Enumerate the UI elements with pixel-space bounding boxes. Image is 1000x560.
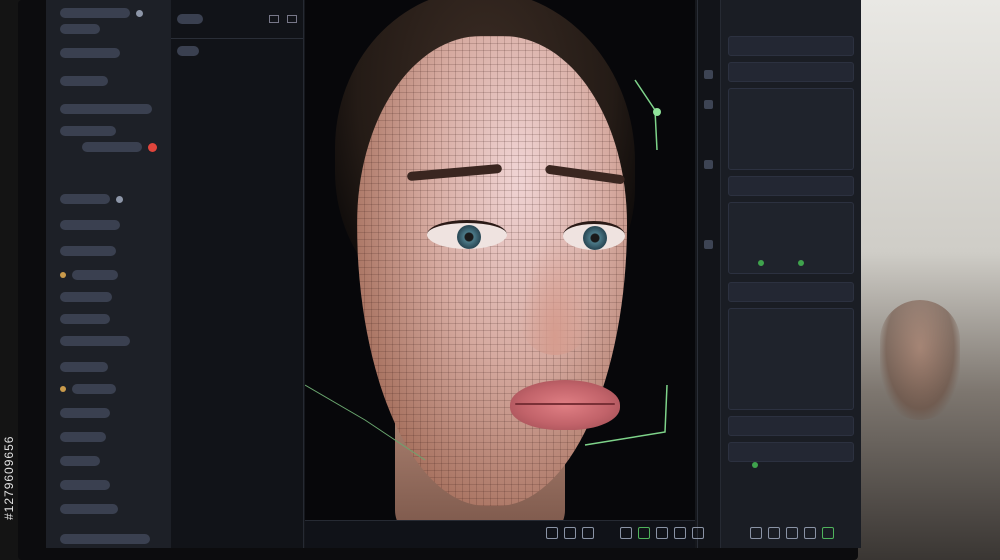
sidebar-item[interactable]: [60, 478, 110, 492]
enabled-indicator-icon: [752, 462, 758, 468]
sidebar-item[interactable]: [60, 22, 100, 36]
bottom-toolbar: [546, 522, 834, 544]
tab-icon[interactable]: [704, 100, 713, 109]
sidebar-item[interactable]: [60, 430, 106, 444]
blurred-person: [880, 300, 960, 420]
tracking-line: [584, 384, 668, 446]
sidebar-item[interactable]: [60, 382, 116, 396]
snap-icon[interactable]: [804, 527, 816, 539]
grid-icon[interactable]: [692, 527, 704, 539]
mesh-icon[interactable]: [564, 527, 576, 539]
tab-icon[interactable]: [704, 70, 713, 79]
amber-indicator-icon: [60, 272, 66, 278]
camera-icon[interactable]: [582, 527, 594, 539]
rotate-icon[interactable]: [786, 527, 798, 539]
sidebar-item[interactable]: [60, 192, 123, 206]
frame-icon[interactable]: [674, 527, 686, 539]
sidebar-item[interactable]: [60, 74, 108, 88]
background-office: [840, 0, 1000, 560]
outliner-sidebar: [46, 0, 172, 548]
property-row[interactable]: [728, 282, 854, 302]
sidebar-item[interactable]: [60, 360, 108, 374]
tracking-line: [305, 384, 426, 461]
sidebar-item[interactable]: [60, 46, 120, 60]
tool-column: [171, 0, 304, 548]
pan-icon[interactable]: [768, 527, 780, 539]
tool-list: [177, 43, 297, 61]
properties-tab-strip: [698, 0, 721, 548]
status-ok-icon: [822, 527, 834, 539]
property-row[interactable]: [728, 62, 854, 82]
sidebar-item[interactable]: [60, 124, 116, 138]
settings-icon[interactable]: [656, 527, 668, 539]
sidebar-item[interactable]: [60, 406, 110, 420]
play-icon[interactable]: [638, 527, 650, 539]
sidebar-item[interactable]: [60, 218, 120, 232]
enabled-indicator-icon: [798, 260, 804, 266]
sidebar-item[interactable]: [60, 334, 130, 348]
tracking-line: [634, 79, 658, 151]
sidebar-item[interactable]: [60, 102, 152, 116]
tracking-point: [653, 108, 661, 116]
layers-icon[interactable]: [546, 527, 558, 539]
sidebar-item[interactable]: [60, 454, 100, 468]
sidebar-item[interactable]: [60, 6, 143, 20]
properties-panel: [697, 0, 861, 548]
tracking-guides: [305, 79, 668, 461]
property-row[interactable]: [728, 416, 854, 436]
property-group: [728, 308, 854, 410]
sidebar-item[interactable]: [60, 290, 112, 304]
tool-header: [171, 0, 303, 39]
property-group: [728, 88, 854, 170]
sidebar-item[interactable]: [60, 312, 110, 326]
property-row[interactable]: [728, 442, 854, 462]
3d-viewport[interactable]: [305, 0, 695, 520]
property-row[interactable]: [728, 36, 854, 56]
monitor-bezel: [18, 0, 861, 560]
sidebar-item[interactable]: [60, 268, 118, 282]
property-group: [728, 202, 854, 274]
enabled-indicator-icon: [758, 260, 764, 266]
panel-icon[interactable]: [269, 15, 279, 23]
alert-indicator-icon: [148, 142, 157, 152]
render-icon[interactable]: [620, 527, 632, 539]
amber-indicator-icon: [60, 386, 66, 392]
tab-icon[interactable]: [704, 240, 713, 249]
stock-id-watermark: #1279609656: [2, 435, 16, 520]
panel-icon[interactable]: [287, 15, 297, 23]
sidebar-item[interactable]: [60, 244, 116, 258]
sidebar-item[interactable]: [60, 502, 118, 516]
sidebar-item-alert[interactable]: [60, 140, 157, 154]
sidebar-item[interactable]: [60, 532, 150, 546]
tab-icon[interactable]: [704, 160, 713, 169]
zoom-icon[interactable]: [750, 527, 762, 539]
property-row[interactable]: [728, 176, 854, 196]
monitor-screen: [46, 0, 861, 548]
